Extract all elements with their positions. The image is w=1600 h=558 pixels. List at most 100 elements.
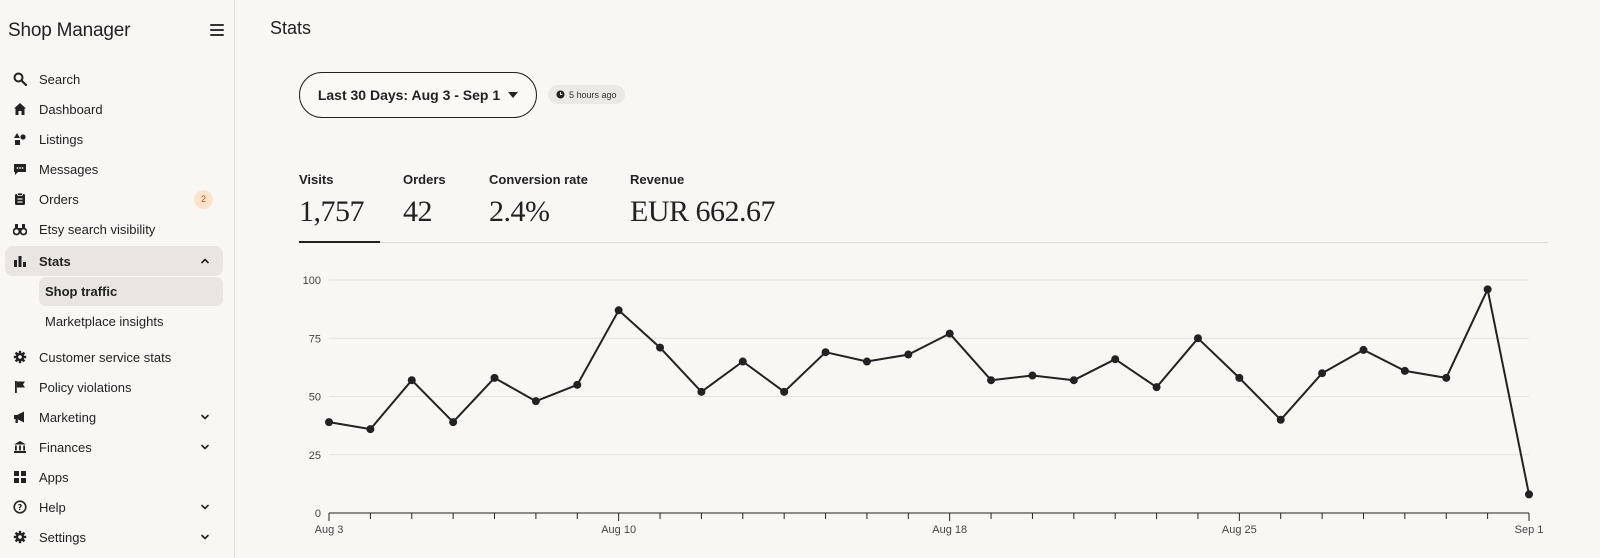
sidebar-item-label: Listings — [39, 131, 84, 147]
selected-metric-underline — [299, 241, 380, 243]
metric-label: Visits — [299, 172, 334, 187]
sidebar-item-orders[interactable]: Orders 2 — [5, 184, 223, 214]
data-point — [1525, 490, 1533, 499]
data-point — [780, 387, 789, 396]
shapes-icon — [14, 133, 26, 145]
binoculars-icon — [13, 224, 27, 236]
metric-label: Orders — [403, 172, 446, 187]
x-tick-label: Sep 1 — [1515, 524, 1544, 536]
x-tick-label: Aug 18 — [932, 524, 967, 536]
chevron-down-icon[interactable] — [199, 531, 211, 543]
metric-label: Revenue — [630, 172, 685, 187]
help-icon: ? — [13, 500, 27, 514]
data-point — [449, 418, 458, 427]
data-point — [904, 350, 913, 359]
sidebar-item-dashboard[interactable]: Dashboard — [5, 94, 223, 124]
data-point — [987, 376, 996, 385]
megaphone-icon — [14, 411, 24, 423]
sidebar-item-marketing[interactable]: Marketing — [5, 402, 223, 432]
data-point — [1483, 285, 1492, 294]
data-point — [656, 343, 665, 352]
app-title: Shop Manager — [8, 20, 131, 41]
x-tick-label: Aug 10 — [601, 524, 636, 536]
sidebar-item-stats[interactable]: Stats — [5, 246, 223, 276]
data-point — [1152, 383, 1161, 392]
chevron-down-icon[interactable] — [199, 411, 211, 423]
metric-label: Conversion rate — [489, 172, 588, 187]
page-title: Stats — [270, 18, 312, 38]
svg-text:?: ? — [18, 503, 23, 512]
data-point — [1359, 345, 1368, 354]
metric-value: 1,757 — [299, 195, 365, 228]
data-point — [490, 373, 499, 382]
flag-icon — [15, 381, 25, 393]
sidebar-item-listings[interactable]: Listings — [5, 124, 223, 154]
data-point — [1400, 366, 1409, 375]
clipboard-icon — [15, 192, 25, 205]
sidebar-item-label: Settings — [39, 529, 86, 545]
bar-chart-icon — [14, 256, 26, 267]
sidebar-item-label: Stats — [39, 253, 71, 269]
metric-orders[interactable]: Orders 42 — [403, 172, 446, 229]
sidebar-item-label: Help — [39, 499, 66, 515]
sidebar-item-label: Apps — [39, 469, 69, 485]
data-point — [738, 357, 747, 366]
data-point — [573, 380, 582, 389]
date-range-dropdown[interactable]: Last 30 Days: Aug 3 - Sep 1 — [299, 72, 537, 118]
sidebar-item-policy-violations[interactable]: Policy violations — [5, 372, 223, 402]
data-point — [366, 425, 375, 434]
metric-value: 42 — [403, 195, 432, 228]
data-point — [1276, 415, 1285, 424]
y-tick-label: 25 — [309, 450, 321, 462]
data-point — [1318, 369, 1327, 378]
chevron-down-icon[interactable] — [199, 441, 211, 453]
metric-revenue[interactable]: Revenue EUR 662.67 — [630, 172, 776, 229]
clock-icon — [556, 90, 565, 99]
last-updated-text: 5 hours ago — [569, 89, 617, 100]
data-point — [325, 418, 333, 427]
menu-icon[interactable] — [210, 24, 224, 36]
sidebar-subitem-shop-traffic[interactable]: Shop traffic — [39, 277, 223, 306]
sidebar-item-finances[interactable]: Finances — [5, 432, 223, 462]
sidebar-item-label: Search — [39, 71, 81, 87]
x-tick-label: Aug 25 — [1222, 524, 1257, 536]
gear-icon — [13, 530, 27, 544]
bank-icon — [14, 441, 26, 453]
sidebar-subitem-marketplace-insights[interactable]: Marketplace insights — [39, 307, 223, 336]
sidebar-item-search[interactable]: Search — [5, 64, 223, 94]
chevron-down-icon[interactable] — [199, 501, 211, 513]
sidebar-item-label: Etsy search visibility — [39, 221, 156, 237]
chevron-up-icon[interactable] — [199, 255, 211, 267]
visits-line-chart: 0 25 50 75 100 Aug 3 Aug 10 Aug 18 Aug 25 Sep 1 — [303, 275, 1544, 536]
date-range-label: Last 30 Days: Aug 3 - Sep 1 — [317, 87, 501, 103]
caret-down-icon — [508, 92, 519, 98]
sidebar-item-apps[interactable]: Apps — [5, 462, 223, 492]
series-line — [328, 288, 1530, 495]
sidebar-item-search-visibility[interactable]: Etsy search visibility — [5, 214, 223, 244]
metric-visits[interactable]: Visits 1,757 — [299, 172, 365, 229]
search-icon — [13, 72, 27, 86]
sidebar-item-label: Finances — [39, 439, 92, 455]
data-point — [1069, 376, 1078, 385]
metric-conversion-rate[interactable]: Conversion rate 2.4% — [489, 172, 588, 229]
data-point — [531, 397, 540, 406]
y-tick-label: 0 — [315, 508, 321, 520]
sidebar-item-messages[interactable]: Messages — [5, 154, 223, 184]
sidebar-item-settings[interactable]: Settings — [5, 522, 223, 552]
y-tick-label: 50 — [309, 392, 321, 404]
data-point — [1235, 373, 1244, 382]
sidebar-item-customer-service-stats[interactable]: Customer service stats — [5, 342, 223, 372]
last-updated-badge: 5 hours ago — [548, 85, 625, 104]
data-point — [697, 387, 706, 396]
data-point — [1442, 373, 1451, 382]
gear-icon — [13, 350, 27, 364]
data-point — [1028, 371, 1037, 380]
data-point — [945, 329, 954, 338]
sidebar-item-label: Policy violations — [39, 379, 132, 395]
sidebar-item-help[interactable]: ? Help — [5, 492, 223, 522]
metric-value: 2.4% — [489, 195, 550, 228]
message-icon — [14, 164, 26, 175]
sidebar-item-label: Marketing — [39, 409, 97, 425]
y-tick-label: 75 — [309, 333, 321, 345]
sidebar-item-label: Messages — [39, 161, 99, 177]
